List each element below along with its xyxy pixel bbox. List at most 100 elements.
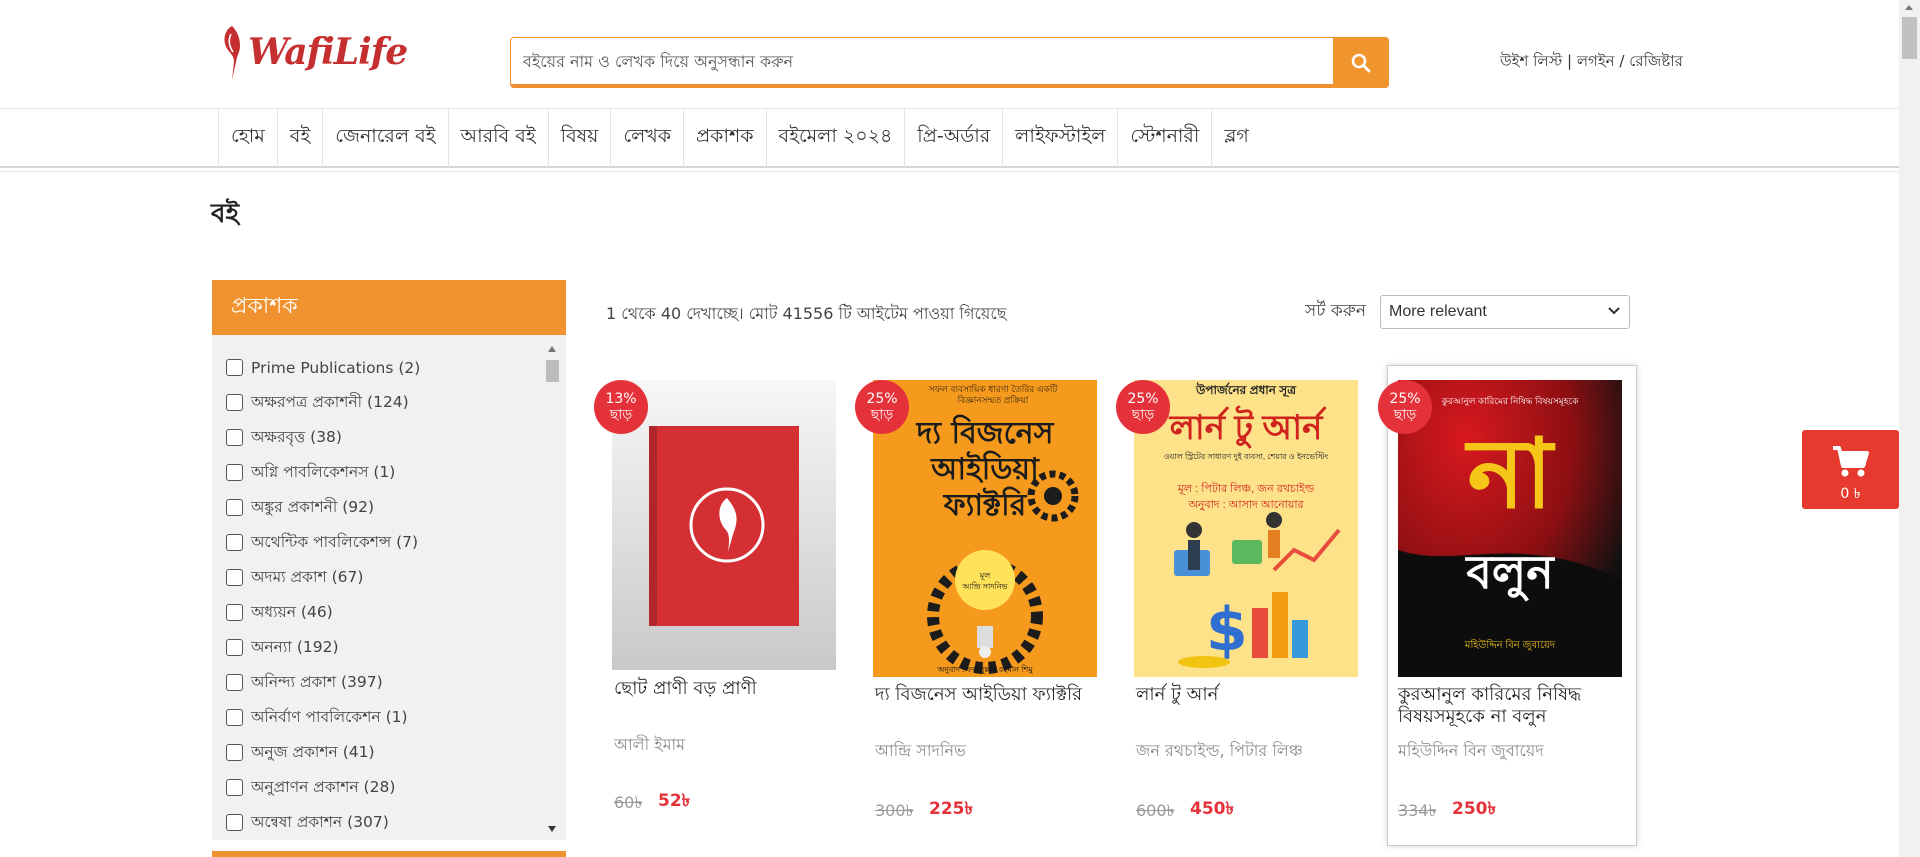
discount-badge: 25% ছাড় (1116, 380, 1170, 434)
chevron-down-icon (1608, 307, 1620, 315)
book-cover[interactable]: সফল ব্যবসায়িক ধারণা তৈরির একটি বিজ্ঞানস… (873, 380, 1097, 677)
nav-item-home[interactable]: হোম (218, 109, 277, 167)
book-title[interactable]: ছোট প্রাণী বড় প্রাণী (614, 678, 839, 700)
new-price: 225৳ (929, 799, 973, 819)
logo-quill-icon (224, 26, 240, 80)
publisher-option[interactable]: অনিন্দ্য প্রকাশ (397) (226, 665, 546, 700)
nav-item-blog[interactable]: ব্লগ (1211, 109, 1261, 167)
search-input[interactable] (511, 38, 1333, 87)
checkbox[interactable] (226, 814, 243, 831)
book-cover[interactable]: উপার্জনের প্রধান সূত্র লার্ন টু আর্ন ওয়… (1134, 380, 1358, 677)
nav-item-stationery[interactable]: স্টেশনারী (1117, 109, 1211, 167)
publisher-label: অনিন্দ্য প্রকাশ (397) (251, 672, 383, 691)
wishlist-link[interactable]: উইশ লিস্ট (1500, 52, 1562, 70)
checkbox[interactable] (226, 674, 243, 691)
book-author[interactable]: জন রথচাইল্ড, পিটার লিঞ্চ (1136, 738, 1361, 765)
discount-label: ছাড় (870, 407, 894, 423)
cover-tagline: কুরআনুল কারিমের নিষিদ্ধ বিষয়সমূহকে (1441, 396, 1579, 406)
old-price: 334৳ (1398, 801, 1437, 820)
discount-label: ছাড় (1131, 407, 1155, 423)
nav-item-publishers[interactable]: প্রকাশক (683, 109, 766, 167)
book-title[interactable]: দ্য বিজনেস আইডিয়া ফ্যাক্টরি (875, 684, 1100, 706)
sort-select[interactable]: More relevant (1380, 295, 1630, 329)
checkbox[interactable] (226, 709, 243, 726)
site-header: WafiLife উইশ লিস্ট | লগইন / রেজিষ্টার (0, 0, 1920, 108)
checkbox[interactable] (226, 604, 243, 621)
book-author[interactable]: মহিউদ্দিন বিন জুবায়েদ (1398, 738, 1623, 765)
result-count: 1 থেকে 40 দেখাচ্ছে। মোট 41556 টি আইটেম প… (606, 304, 1007, 323)
nav-item-general-books[interactable]: জেনারেল বই (322, 109, 447, 167)
account-links: উইশ লিস্ট | লগইন / রেজিষ্টার (1500, 50, 1683, 75)
next-filter-heading (212, 851, 566, 857)
discount-label: ছাড় (609, 407, 633, 423)
product-card[interactable]: 25% ছাড় কুরআনুল কারিমের নিষিদ্ধ বিষয়সমূ… (1378, 365, 1637, 846)
publisher-list: Prime Publications (2) অক্ষরপত্র প্রকাশন… (226, 350, 546, 840)
page-title: বই (211, 199, 239, 229)
register-link[interactable]: রেজিষ্টার (1629, 52, 1683, 70)
scroll-down-arrow-icon[interactable] (548, 826, 556, 832)
page-scrollbar[interactable] (1899, 0, 1920, 857)
logo-text: WafiLife (248, 31, 408, 73)
publisher-option[interactable]: অনন্যা (192) (226, 630, 546, 665)
publisher-option[interactable]: অঙ্কুর প্রকাশনী (92) (226, 490, 546, 525)
nav-item-arabic-books[interactable]: আরবি বই (447, 109, 548, 167)
book-cover[interactable] (612, 380, 836, 670)
product-card[interactable]: 25% ছাড় সফল ব্যবসায়িক ধারণা তৈরির একটি … (851, 366, 1109, 846)
book-cover[interactable]: কুরআনুল কারিমের নিষিদ্ধ বিষয়সমূহকে না ব… (1398, 380, 1622, 677)
checkbox[interactable] (226, 779, 243, 796)
publisher-option[interactable]: অনির্বাণ পাবলিকেশন (1) (226, 700, 546, 735)
book-title[interactable]: লার্ন টু আর্ন (1136, 684, 1361, 706)
publisher-option[interactable]: অনুপ্রাণন প্রকাশন (28) (226, 770, 546, 805)
filter-scrollbar[interactable] (544, 342, 561, 834)
checkbox[interactable] (226, 394, 243, 411)
checkbox[interactable] (226, 429, 243, 446)
book-title[interactable]: কুরআনুল কারিমের নিষিদ্ধ বিষয়সমূহকে না ব… (1398, 684, 1628, 728)
scroll-up-arrow-icon[interactable] (1905, 5, 1913, 10)
publisher-option[interactable]: অক্ষরবৃত্ত (38) (226, 420, 546, 455)
site-logo[interactable]: WafiLife (218, 22, 408, 82)
nav-list: হোম বই জেনারেল বই আরবি বই বিষয় লেখক প্র… (218, 109, 1261, 167)
scroll-up-arrow-icon[interactable] (548, 346, 556, 352)
discount-badge: 13% ছাড় (594, 380, 648, 434)
nav-item-lifestyle[interactable]: লাইফস্টাইল (1002, 109, 1117, 167)
finance-illustration-icon: $ (1174, 512, 1341, 668)
nav-item-book-fair[interactable]: বইমেলা ২০২৪ (765, 109, 905, 167)
floating-cart[interactable]: 0 ৳ (1802, 430, 1899, 509)
publisher-option[interactable]: Prime Publications (2) (226, 350, 546, 385)
checkbox[interactable] (226, 499, 243, 516)
search-button[interactable] (1333, 37, 1389, 88)
checkbox[interactable] (226, 534, 243, 551)
nav-item-books[interactable]: বই (276, 109, 322, 167)
nav-item-pre-order[interactable]: প্রি-অর্ডার (904, 109, 1002, 167)
book-author[interactable]: আন্দ্রি সাদনিভ (875, 738, 1100, 765)
publisher-label: অদম্য প্রকাশ (67) (251, 567, 364, 586)
checkbox[interactable] (226, 464, 243, 481)
publisher-option[interactable]: অধ্যয়ন (46) (226, 595, 546, 630)
checkbox[interactable] (226, 639, 243, 656)
login-link[interactable]: লগইন (1577, 52, 1615, 70)
publisher-option[interactable]: অন্বেষা প্রকাশন (307) (226, 805, 546, 840)
publisher-option[interactable]: অনুজ প্রকাশন (41) (226, 735, 546, 770)
search-icon (1351, 53, 1371, 72)
publisher-label: অক্ষরবৃত্ত (38) (251, 427, 342, 446)
product-card[interactable]: 25% ছাড় উপার্জনের প্রধান সূত্র লার্ন টু … (1112, 366, 1370, 846)
cover-word: বলুন (1466, 546, 1554, 598)
checkbox[interactable] (226, 569, 243, 586)
scroll-thumb[interactable] (546, 360, 559, 382)
book-author[interactable]: আলী ইমাম (614, 732, 839, 759)
sort-label: সর্ট করুন (1305, 301, 1366, 321)
link-separator: | (1567, 52, 1573, 70)
filter-heading: প্রকাশক (212, 280, 566, 335)
checkbox[interactable] (226, 359, 243, 376)
publisher-option[interactable]: অদম্য প্রকাশ (67) (226, 560, 546, 595)
nav-item-authors[interactable]: লেখক (610, 109, 683, 167)
publisher-option[interactable]: অথেন্টিক পাবলিকেশন্স (7) (226, 525, 546, 560)
publisher-option[interactable]: অগ্নি পাবলিকেশনস (1) (226, 455, 546, 490)
checkbox[interactable] (226, 744, 243, 761)
product-card[interactable]: 13% ছাড় ছোট প্রাণী বড় প্রাণী আলী ইমাম 6… (590, 366, 848, 846)
publisher-option[interactable]: অক্ষরপত্র প্রকাশনী (124) (226, 385, 546, 420)
nav-item-subjects[interactable]: বিষয় (547, 109, 611, 167)
cover-big-word: না (1467, 421, 1553, 528)
page-scroll-thumb[interactable] (1902, 17, 1917, 59)
discount-percent: 25% (1389, 391, 1421, 407)
